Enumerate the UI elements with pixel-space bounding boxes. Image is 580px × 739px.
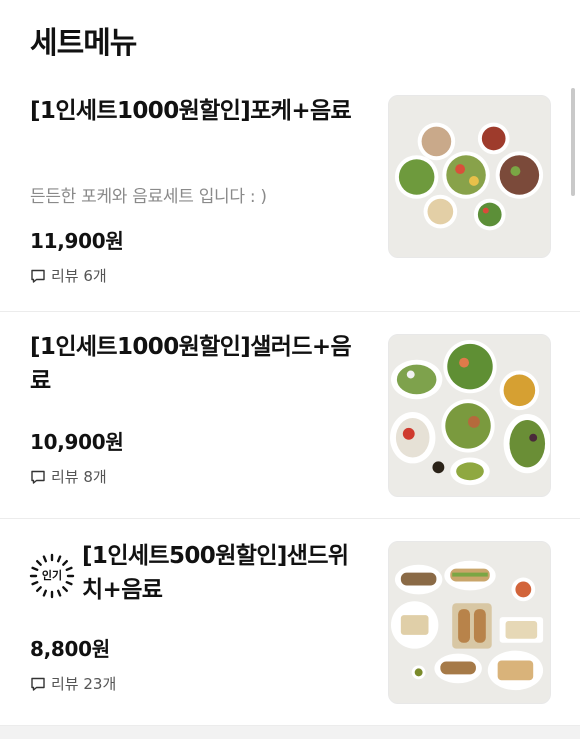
item-price: 8,800원 — [30, 637, 110, 661]
item-name: [1인세트1000원할인]포케+음료 — [30, 98, 352, 124]
review-count: 리뷰 23개 — [51, 675, 117, 693]
item-review: 리뷰 8개 — [30, 466, 107, 487]
menu-item-poke-set[interactable]: [1인세트1000원할인]포케+음료 든든한 포케와 음료세트 입니다 : ) … — [0, 78, 580, 312]
item-review: 리뷰 6개 — [30, 265, 107, 286]
poke-bowls-image[interactable] — [388, 95, 551, 258]
item-review: 리뷰 23개 — [30, 673, 116, 694]
item-name: [1인세트500원할인]샌드위치+음료 — [82, 543, 349, 603]
item-description: 든든한 포케와 음료세트 입니다 : ) — [30, 187, 267, 207]
speech-bubble-icon — [31, 470, 45, 484]
item-name: [1인세트1000원할인]샐러드+음료 — [30, 334, 352, 394]
speech-bubble-icon — [31, 677, 45, 691]
scrollbar[interactable] — [571, 88, 575, 196]
speech-bubble-icon — [31, 269, 45, 283]
review-count: 리뷰 6개 — [51, 267, 107, 285]
review-count: 리뷰 8개 — [51, 468, 107, 486]
section-divider — [0, 726, 580, 739]
popular-badge-label: 인기 — [41, 569, 63, 582]
item-price: 10,900원 — [30, 430, 124, 454]
item-price: 11,900원 — [30, 229, 124, 253]
menu-item-sandwich-set[interactable]: 인기 [1인세트500원할인]샌드위치+음료 8,800원 리뷰 23개 — [0, 519, 580, 726]
salad-plates-image[interactable] — [388, 334, 551, 497]
section-title: 세트메뉴 — [30, 26, 137, 61]
menu-item-salad-set[interactable]: [1인세트1000원할인]샐러드+음료 10,900원 리뷰 8개 — [0, 312, 580, 519]
popular-badge: 인기 — [28, 552, 76, 600]
sandwich-plates-image[interactable] — [388, 541, 551, 704]
